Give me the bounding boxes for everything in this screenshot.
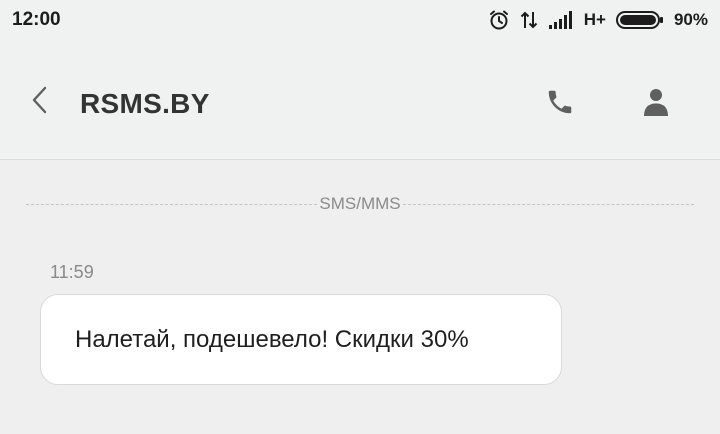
contact-button[interactable]	[636, 84, 676, 124]
back-icon	[30, 85, 50, 120]
divider-line-left	[26, 203, 318, 205]
back-button[interactable]	[22, 84, 58, 120]
message-type-divider: SMS/MMS	[26, 192, 695, 216]
network-type-label: H+	[583, 10, 606, 29]
status-bar: 12:00 H+ 90%	[0, 0, 720, 40]
message-bubble[interactable]: Налетай, подешевело! Скидки 30%	[40, 294, 562, 385]
battery-icon	[615, 10, 664, 30]
data-transfer-icon	[520, 10, 538, 30]
contact-title: RSMS.BY	[80, 88, 210, 119]
message-timestamp: 11:59	[50, 262, 94, 282]
conversation-toolbar: RSMS.BY	[0, 40, 720, 160]
divider-line-right	[402, 203, 695, 205]
status-time: 12:00	[12, 9, 61, 30]
status-icons: H+ 90%	[488, 8, 708, 32]
phone-icon	[545, 87, 575, 122]
call-button[interactable]	[540, 84, 580, 124]
alarm-icon	[488, 9, 510, 31]
contact-icon	[643, 87, 669, 122]
divider-label: SMS/MMS	[319, 194, 401, 213]
battery-percent: 90%	[673, 10, 708, 29]
signal-icon	[548, 11, 574, 29]
message-text: Налетай, подешевело! Скидки 30%	[75, 325, 469, 353]
